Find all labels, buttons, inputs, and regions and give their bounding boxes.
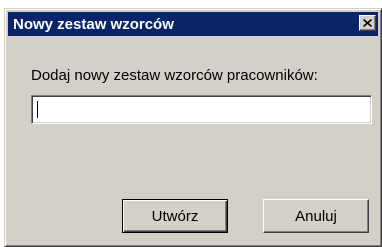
close-button[interactable] <box>359 15 376 31</box>
pattern-set-name-input[interactable] <box>31 95 372 124</box>
close-icon <box>363 19 372 27</box>
pattern-set-prompt-label: Dodaj nowy zestaw wzorców pracowników: <box>31 67 318 84</box>
text-caret <box>37 101 38 118</box>
create-button[interactable]: Utwórz <box>122 199 228 233</box>
cancel-button[interactable]: Anuluj <box>263 199 369 233</box>
dialog-title: Nowy zestaw wzorców <box>13 16 174 33</box>
new-pattern-set-dialog: Nowy zestaw wzorców Dodaj nowy zestaw wz… <box>4 8 382 247</box>
title-bar[interactable]: Nowy zestaw wzorców <box>8 12 378 36</box>
